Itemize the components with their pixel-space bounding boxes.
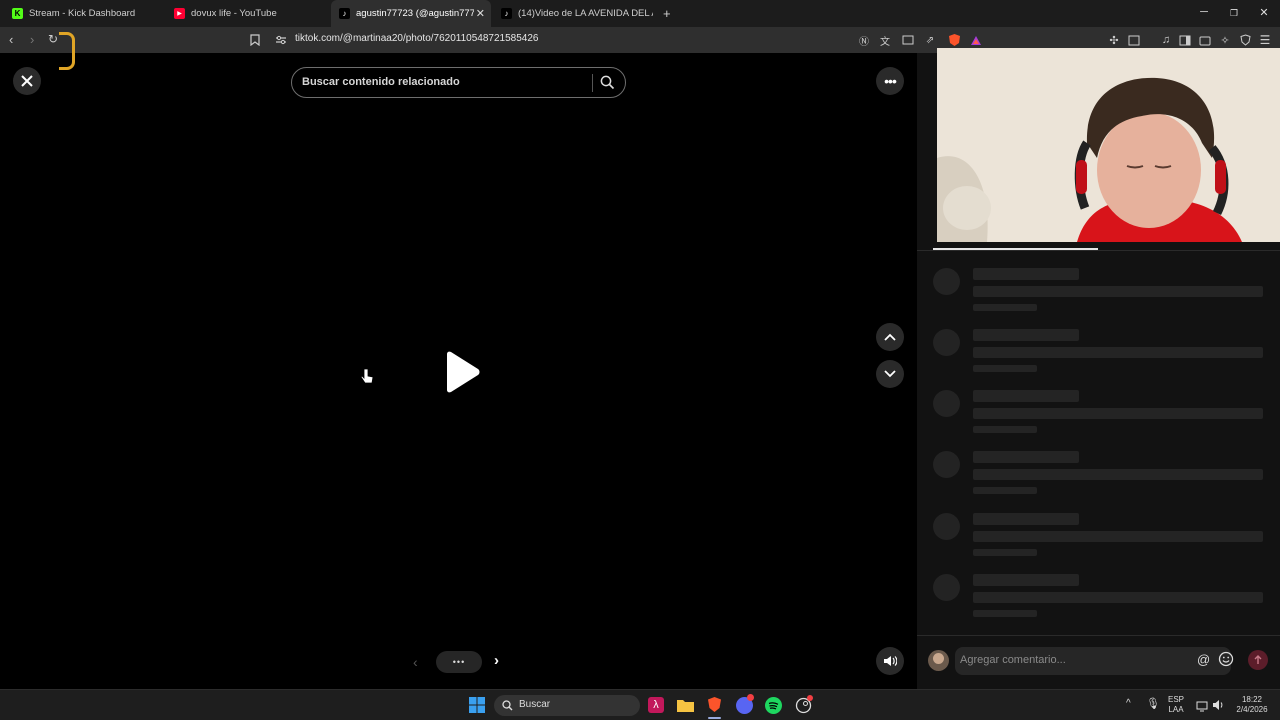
comment-skeleton	[933, 451, 1273, 499]
emoji-icon[interactable]	[1218, 651, 1234, 672]
search-icon[interactable]	[600, 75, 615, 95]
tab-title: agustin77723 (@agustin77723) |	[356, 8, 474, 19]
steam-icon[interactable]	[795, 695, 813, 719]
webcam-image	[937, 48, 1280, 242]
comment-input-box[interactable]: Agregar comentario...	[955, 647, 1231, 675]
vpn-icon[interactable]	[1238, 33, 1252, 47]
comment-skeleton	[933, 513, 1273, 561]
windows-taskbar: Buscar λ ^ 🎙 ESP LAA 18:22 2/4/2026	[0, 689, 1280, 720]
tab-tiktok-video[interactable]: ♪ (14)Video de LA AVENIDA DEL AUTO	[497, 0, 657, 27]
comment-skeleton	[933, 268, 1273, 316]
taskbar-search[interactable]: Buscar	[494, 695, 640, 716]
taskbar-search-input[interactable]: Buscar	[519, 699, 550, 710]
clock-date: 2/4/2026	[1236, 705, 1268, 714]
play-icon	[447, 351, 480, 393]
clock-time: 18:22	[1241, 695, 1263, 704]
next-post-button[interactable]	[876, 360, 904, 388]
comment-input[interactable]: Agregar comentario...	[960, 654, 1066, 666]
wallet-card-icon[interactable]	[1198, 33, 1212, 47]
more-horizontal-icon: •••	[884, 73, 897, 89]
bookmark-icon[interactable]	[248, 33, 262, 47]
tiktok-icon: ♪	[501, 8, 512, 19]
microphone-icon[interactable]: 🎙	[1146, 697, 1160, 710]
comment-skeleton	[933, 329, 1273, 377]
webcam-overlay	[937, 48, 1280, 242]
tab-title: Stream - Kick Dashboard	[29, 8, 136, 19]
chevron-up-icon	[884, 333, 896, 341]
share-icon[interactable]: ⇗	[923, 33, 937, 47]
discord-icon[interactable]	[736, 694, 754, 714]
tab-tiktok-agustin[interactable]: ♪ agustin77723 (@agustin77723) | ✕	[331, 0, 491, 27]
sidebar-icon[interactable]	[1178, 33, 1192, 47]
speaker-icon[interactable]	[1212, 698, 1225, 716]
tab-title: (14)Video de LA AVENIDA DEL AUTO	[518, 8, 653, 19]
youtube-icon: ▶	[174, 8, 185, 19]
forward-icon[interactable]: ›	[30, 32, 34, 47]
comment-skeleton	[933, 390, 1273, 438]
previous-post-button[interactable]	[876, 323, 904, 351]
app-icon-lambda[interactable]: λ	[648, 697, 664, 713]
minimize-icon[interactable]: ─	[1197, 6, 1211, 18]
windows-icon	[469, 697, 485, 713]
extensions-icon[interactable]: ✣	[1107, 33, 1121, 47]
kick-icon: K	[12, 8, 23, 19]
reader-off-icon[interactable]: Ⓝ	[857, 33, 871, 48]
photo-page-dots: •••	[436, 651, 482, 673]
mention-icon[interactable]: @	[1197, 652, 1210, 667]
stream-overlay-logo	[59, 32, 75, 70]
keyboard-layout: LAA	[1168, 705, 1184, 714]
close-viewer-button[interactable]	[13, 67, 41, 95]
language-code: ESP	[1168, 695, 1185, 704]
spotify-icon[interactable]	[765, 697, 782, 714]
leo-ai-icon[interactable]: ✧	[1218, 33, 1232, 47]
mouse-cursor-icon	[360, 368, 374, 390]
file-explorer-icon[interactable]	[677, 698, 694, 717]
tab-kick-dashboard[interactable]: K Stream - Kick Dashboard	[6, 0, 166, 27]
tab-title: dovux life - YouTube	[191, 8, 277, 19]
tab-youtube[interactable]: ▶ dovux life - YouTube	[170, 0, 330, 27]
tiktok-icon: ♪	[339, 8, 350, 19]
search-divider	[592, 74, 593, 92]
wallet-icon[interactable]	[1127, 33, 1141, 47]
chevron-down-icon	[884, 370, 896, 378]
browser-tab-bar: K Stream - Kick Dashboard ▶ dovux life -…	[0, 0, 1280, 27]
search-icon	[502, 700, 513, 711]
volume-icon	[884, 656, 897, 666]
arrow-up-icon	[1254, 655, 1262, 664]
brave-rewards-icon[interactable]	[969, 33, 983, 47]
address-bar[interactable]: tiktok.com/@martinaa20/photo/76201105487…	[295, 33, 538, 44]
close-window-icon[interactable]: ✕	[1257, 6, 1271, 19]
next-photo-icon[interactable]: ›	[494, 652, 499, 669]
language-indicator[interactable]: ESP LAA	[1168, 695, 1184, 715]
brave-shields-icon[interactable]	[947, 33, 961, 47]
start-button[interactable]	[469, 697, 485, 718]
close-tab-icon[interactable]: ✕	[476, 7, 485, 20]
photo-viewer: Buscar contenido relacionado ••• ‹ ••• ›	[0, 53, 917, 689]
reload-icon[interactable]: ↻	[48, 32, 58, 46]
clock[interactable]: 18:22 2/4/2026	[1232, 695, 1272, 715]
post-comment-button[interactable]	[1248, 650, 1268, 670]
search-input[interactable]: Buscar contenido relacionado	[302, 76, 460, 88]
back-icon[interactable]: ‹	[9, 32, 13, 47]
translate-icon[interactable]: 文	[878, 33, 892, 48]
tray-overflow-icon[interactable]: ^	[1126, 698, 1131, 709]
composer-divider	[917, 635, 1280, 636]
avatar	[928, 650, 949, 671]
site-settings-icon[interactable]	[274, 33, 288, 47]
network-icon[interactable]	[1196, 699, 1208, 717]
related-search-bar[interactable]: Buscar contenido relacionado	[291, 67, 626, 98]
more-options-button[interactable]: •••	[876, 67, 904, 95]
maximize-icon[interactable]: ❐	[1227, 8, 1241, 19]
tab-divider	[917, 250, 1280, 251]
cast-icon[interactable]	[901, 33, 915, 47]
menu-icon[interactable]: ☰	[1258, 33, 1272, 47]
music-icon[interactable]: ♫	[1159, 33, 1173, 47]
comment-skeleton	[933, 574, 1273, 622]
close-icon	[21, 75, 33, 87]
brave-browser-icon[interactable]	[706, 696, 723, 719]
new-tab-button[interactable]: +	[663, 0, 677, 27]
volume-button[interactable]	[876, 647, 904, 675]
play-button[interactable]	[443, 351, 481, 398]
previous-photo-icon[interactable]: ‹	[413, 654, 418, 670]
